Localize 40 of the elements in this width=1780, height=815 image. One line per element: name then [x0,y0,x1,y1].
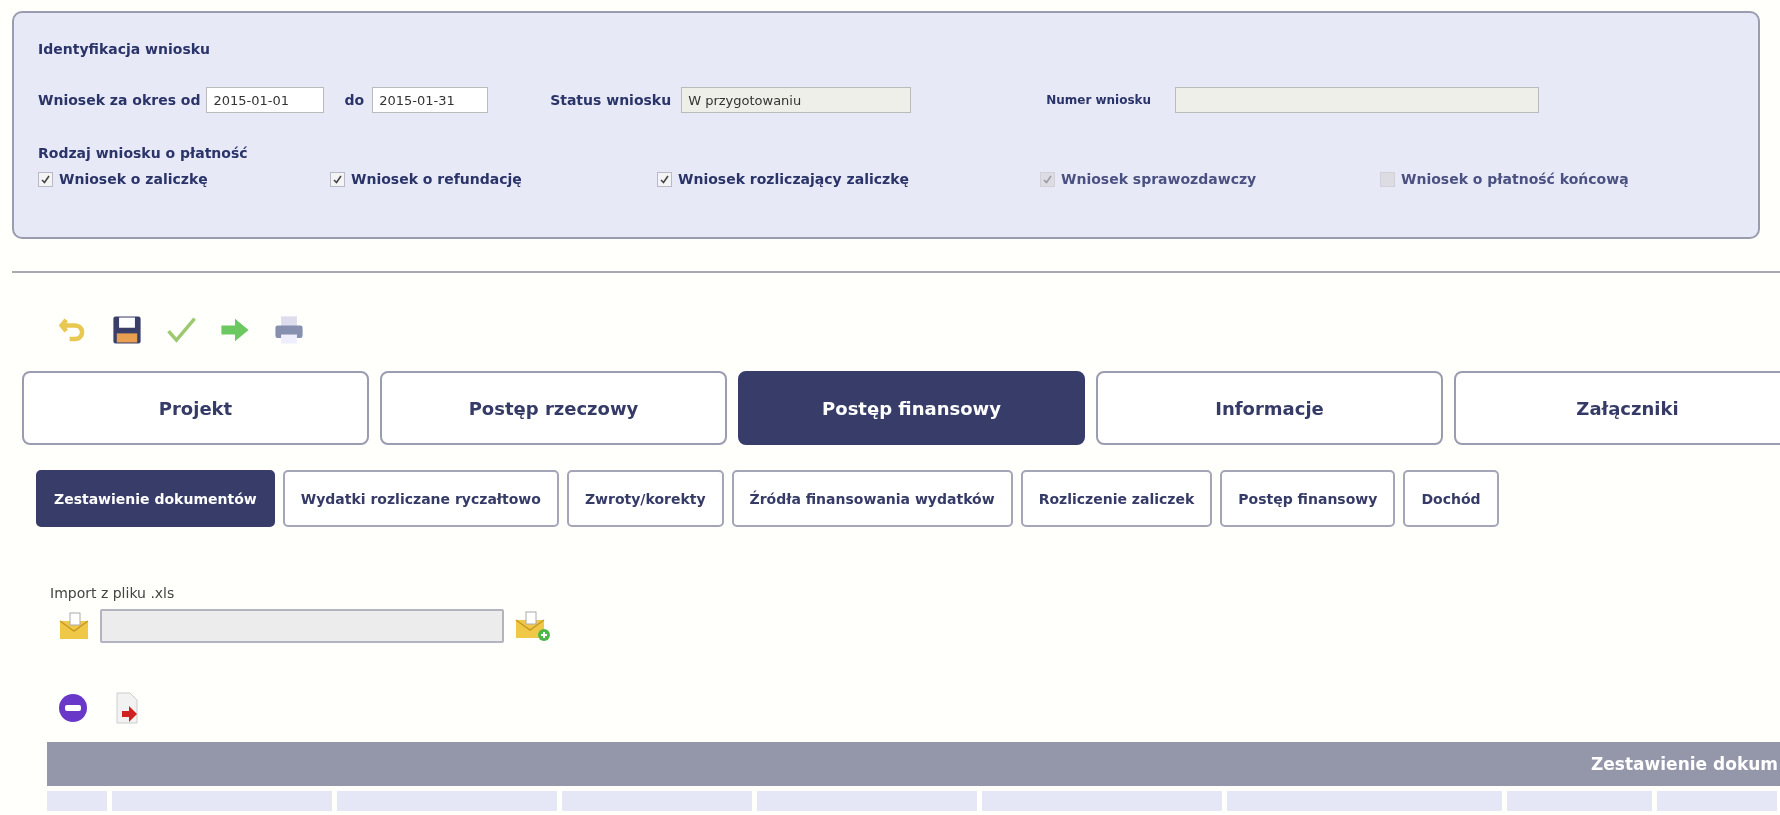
type-label: Rodzaj wniosku o płatność [38,145,249,161]
sub-tab[interactable]: Zestawienie dokumentów [36,470,275,527]
date-from-field[interactable]: 2015-01-01 [206,87,325,113]
status-field[interactable]: W przygotowaniu [681,87,912,113]
main-tab[interactable]: Załączniki [1454,371,1780,445]
remove-icon[interactable] [58,693,88,723]
export-document-icon[interactable] [114,691,140,725]
sub-tab[interactable]: Źródła finansowania wydatków [731,470,1013,527]
checkbox-label: Wniosek rozliczający zaliczkę [678,171,909,187]
number-label: Numer wniosku [1046,93,1152,107]
envelope-icon[interactable] [58,611,90,641]
table-title: Zestawienie dokum [1591,754,1778,774]
save-icon[interactable] [110,313,144,347]
period-to-label: do [344,92,365,108]
checkbox-label: Wniosek o zaliczkę [59,171,208,187]
print-icon[interactable] [272,313,306,347]
file-path-field[interactable] [100,609,504,643]
main-tab[interactable]: Projekt [22,371,369,445]
checkbox-label: Wniosek sprawozdawczy [1061,171,1257,187]
main-tab[interactable]: Postęp rzeczowy [380,371,727,445]
main-tab[interactable]: Postęp finansowy [738,371,1085,445]
status-label: Status wniosku [550,92,672,108]
import-label: Import z pliku .xls [50,585,176,601]
table-header-cell [47,791,107,811]
sub-tab[interactable]: Rozliczenie zaliczek [1020,470,1213,527]
sub-tab[interactable]: Wydatki rozliczane ryczałtowo [282,470,559,527]
sub-tab[interactable]: Zwroty/korekty [566,470,724,527]
checkbox[interactable] [38,171,53,187]
checkbox[interactable] [330,171,345,187]
sub-tab[interactable]: Postęp finansowy [1220,470,1396,527]
envelope-add-icon[interactable] [514,610,552,642]
main-tab[interactable]: Informacje [1096,371,1443,445]
panel-title: Identyfikacja wniosku [38,41,211,57]
checkbox[interactable] [657,171,672,187]
period-label: Wniosek za okres od [38,92,201,108]
date-to-field[interactable]: 2015-01-31 [372,87,489,113]
number-field[interactable] [1175,87,1540,113]
checkbox-label: Wniosek o refundację [351,171,522,187]
checkbox-label: Wniosek o płatność końcową [1401,171,1629,187]
sub-tab[interactable]: Dochód [1403,470,1499,527]
